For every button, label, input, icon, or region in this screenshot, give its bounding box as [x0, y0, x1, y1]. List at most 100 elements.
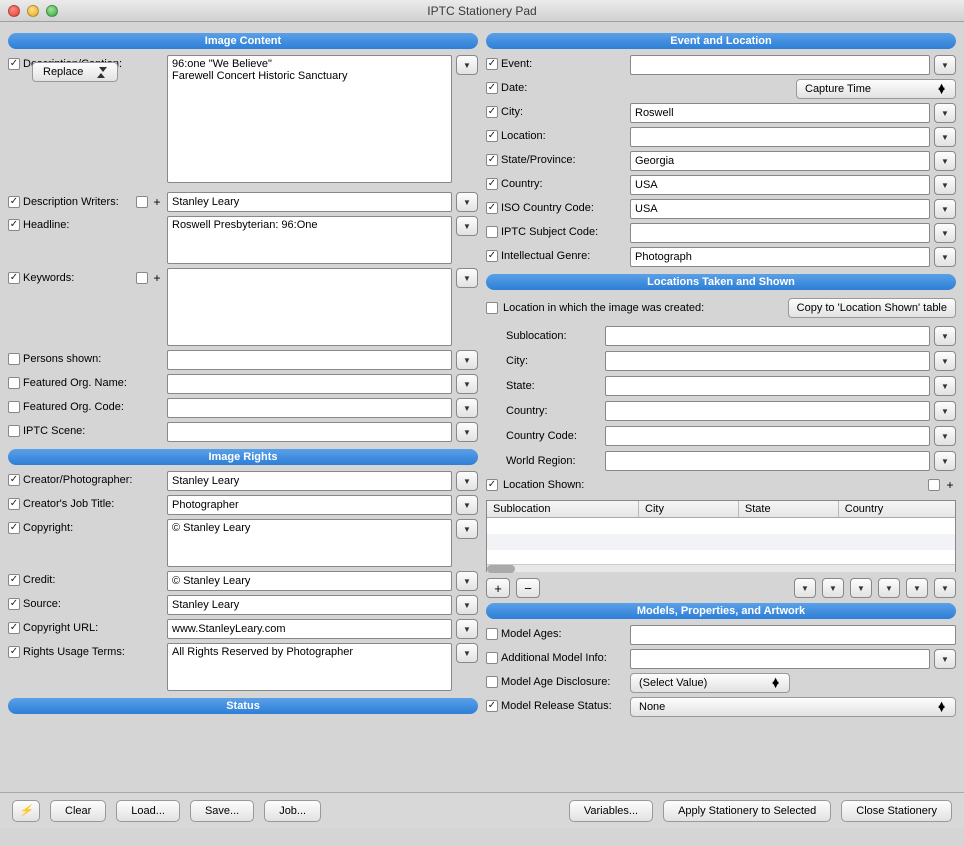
rights-terms-dropdown[interactable]: [456, 643, 478, 663]
iptc-scene-dropdown[interactable]: [456, 422, 478, 442]
addl-model-input[interactable]: [630, 649, 930, 669]
zoom-window-icon[interactable]: [46, 5, 58, 17]
copyright-dropdown[interactable]: [456, 519, 478, 539]
iptc-subject-input[interactable]: [630, 223, 930, 243]
table-col-dropdown-4[interactable]: [878, 578, 900, 598]
apply-button[interactable]: Apply Stationery to Selected: [663, 800, 831, 822]
checkbox-location-shown-extra[interactable]: [928, 479, 940, 491]
table-body[interactable]: [487, 518, 955, 564]
sublocation-input[interactable]: [605, 326, 930, 346]
checkbox-headline[interactable]: [8, 219, 20, 231]
replace-button[interactable]: Replace: [32, 62, 118, 82]
checkbox-keywords-extra[interactable]: [136, 272, 148, 284]
org-code-dropdown[interactable]: [456, 398, 478, 418]
city2-input[interactable]: [605, 351, 930, 371]
copy-to-shown-button[interactable]: Copy to 'Location Shown' table: [788, 298, 956, 318]
load-button[interactable]: Load...: [116, 800, 180, 822]
checkbox-country[interactable]: [486, 178, 498, 190]
event-dropdown[interactable]: [934, 55, 956, 75]
checkbox-persons[interactable]: [8, 353, 20, 365]
iptc-scene-input[interactable]: [167, 422, 452, 442]
source-input[interactable]: [167, 595, 452, 615]
world-region-input[interactable]: [605, 451, 930, 471]
persons-dropdown[interactable]: [456, 350, 478, 370]
rights-terms-textarea[interactable]: All Rights Reserved by Photographer: [167, 643, 452, 691]
th-sublocation[interactable]: Sublocation: [487, 501, 639, 517]
copy-url-dropdown[interactable]: [456, 619, 478, 639]
table-col-dropdown-5[interactable]: [906, 578, 928, 598]
minimize-window-icon[interactable]: [27, 5, 39, 17]
org-name-input[interactable]: [167, 374, 452, 394]
checkbox-job-title[interactable]: [8, 498, 20, 510]
date-select[interactable]: Capture Time▲▼: [796, 79, 956, 99]
intel-genre-dropdown[interactable]: [934, 247, 956, 267]
iso-country-dropdown[interactable]: [934, 199, 956, 219]
state2-input[interactable]: [605, 376, 930, 396]
checkbox-desc-writers-extra[interactable]: [136, 196, 148, 208]
th-state[interactable]: State: [739, 501, 839, 517]
copyright-textarea[interactable]: © Stanley Leary: [167, 519, 452, 567]
country-code-dropdown[interactable]: [934, 426, 956, 446]
th-city[interactable]: City: [639, 501, 739, 517]
job-title-input[interactable]: [167, 495, 452, 515]
headline-dropdown[interactable]: [456, 216, 478, 236]
checkbox-model-age-disc[interactable]: [486, 676, 498, 688]
remove-row-button[interactable]: −: [516, 578, 540, 598]
table-scrollbar[interactable]: [487, 564, 955, 572]
city2-dropdown[interactable]: [934, 351, 956, 371]
table-col-dropdown-6[interactable]: [934, 578, 956, 598]
city-dropdown[interactable]: [934, 103, 956, 123]
checkbox-model-ages[interactable]: [486, 628, 498, 640]
checkbox-city[interactable]: [486, 106, 498, 118]
job-button[interactable]: Job...: [264, 800, 321, 822]
model-release-select[interactable]: None▲▼: [630, 697, 956, 717]
checkbox-event[interactable]: [486, 58, 498, 70]
checkbox-copy-url[interactable]: [8, 622, 20, 634]
country2-dropdown[interactable]: [934, 401, 956, 421]
creator-input[interactable]: [167, 471, 452, 491]
table-col-dropdown-3[interactable]: [850, 578, 872, 598]
credit-dropdown[interactable]: [456, 571, 478, 591]
variables-button[interactable]: Variables...: [569, 800, 653, 822]
location-input[interactable]: [630, 127, 930, 147]
desc-writers-dropdown[interactable]: [456, 192, 478, 212]
country-code-input[interactable]: [605, 426, 930, 446]
checkbox-date[interactable]: [486, 82, 498, 94]
org-name-dropdown[interactable]: [456, 374, 478, 394]
addl-model-dropdown[interactable]: [934, 649, 956, 669]
checkbox-location-shown[interactable]: [486, 479, 498, 491]
close-window-icon[interactable]: [8, 5, 20, 17]
copy-url-input[interactable]: [167, 619, 452, 639]
credit-input[interactable]: [167, 571, 452, 591]
add-row-button[interactable]: +: [486, 578, 510, 598]
checkbox-state[interactable]: [486, 154, 498, 166]
org-code-input[interactable]: [167, 398, 452, 418]
country2-input[interactable]: [605, 401, 930, 421]
checkbox-rights-terms[interactable]: [8, 646, 20, 658]
country-dropdown[interactable]: [934, 175, 956, 195]
sublocation-dropdown[interactable]: [934, 326, 956, 346]
close-button[interactable]: Close Stationery: [841, 800, 952, 822]
checkbox-org-code[interactable]: [8, 401, 20, 413]
location-dropdown[interactable]: [934, 127, 956, 147]
checkbox-loc-created[interactable]: [486, 302, 498, 314]
checkbox-creator[interactable]: [8, 474, 20, 486]
intel-genre-input[interactable]: [630, 247, 930, 267]
checkbox-addl-model[interactable]: [486, 652, 498, 664]
checkbox-copyright[interactable]: [8, 522, 20, 534]
checkbox-location[interactable]: [486, 130, 498, 142]
country-input[interactable]: [630, 175, 930, 195]
clear-button[interactable]: Clear: [50, 800, 106, 822]
checkbox-org-name[interactable]: [8, 377, 20, 389]
checkbox-iptc-scene[interactable]: [8, 425, 20, 437]
state2-dropdown[interactable]: [934, 376, 956, 396]
checkbox-iso-country[interactable]: [486, 202, 498, 214]
checkbox-intel-genre[interactable]: [486, 250, 498, 262]
save-button[interactable]: Save...: [190, 800, 254, 822]
model-ages-input[interactable]: [630, 625, 956, 645]
th-country[interactable]: Country: [839, 501, 955, 517]
keywords-textarea[interactable]: [167, 268, 452, 346]
checkbox-keywords[interactable]: [8, 272, 20, 284]
desc-writers-input[interactable]: [167, 192, 452, 212]
table-col-dropdown-1[interactable]: [794, 578, 816, 598]
